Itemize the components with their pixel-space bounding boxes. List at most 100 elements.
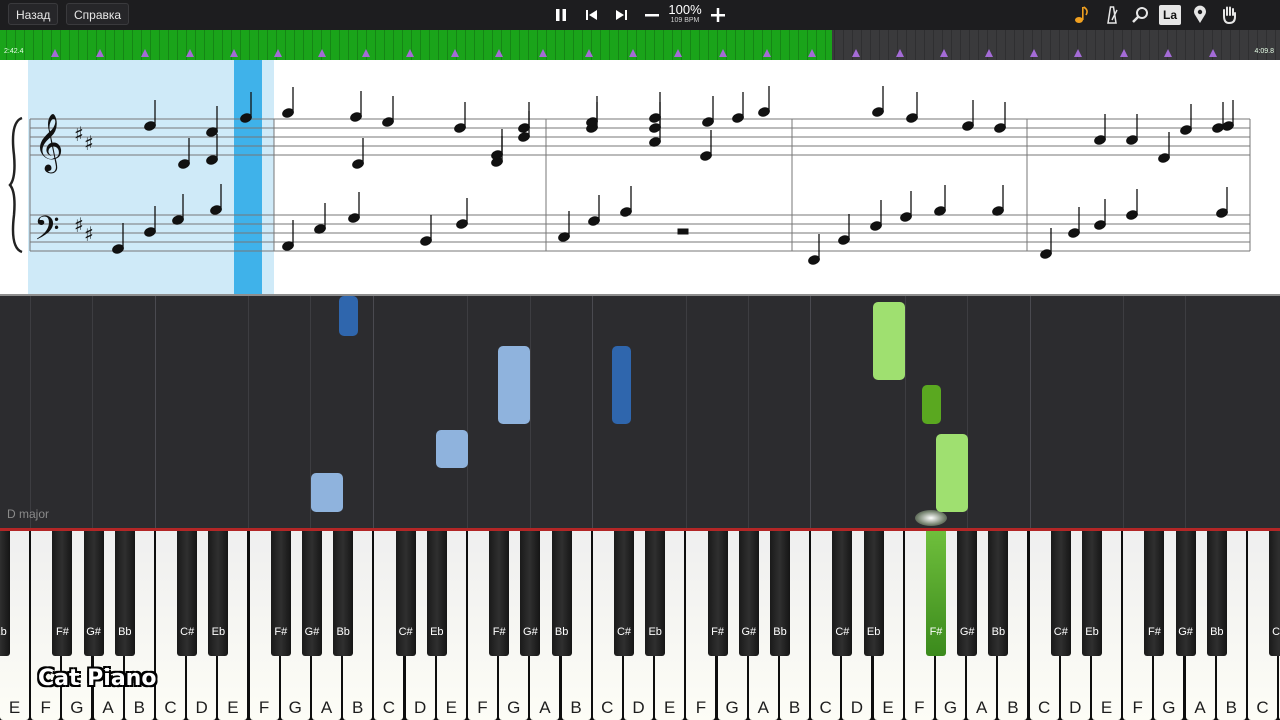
beat-line: [92, 296, 93, 528]
measure-marker: [1209, 49, 1217, 57]
timeline-tick: [834, 30, 835, 60]
label-icon[interactable]: La: [1159, 5, 1181, 25]
black-key[interactable]: Bb: [770, 531, 790, 656]
black-key[interactable]: Eb: [863, 531, 884, 656]
black-key[interactable]: G#: [302, 531, 322, 656]
svg-text:♯: ♯: [74, 122, 84, 146]
black-key[interactable]: G#: [957, 531, 978, 656]
black-key[interactable]: Eb: [1082, 531, 1102, 656]
black-key[interactable]: F#: [52, 531, 73, 656]
timeline-tick: [159, 30, 160, 60]
key-label: B: [133, 698, 145, 717]
black-key[interactable]: C#: [1269, 531, 1280, 656]
black-key[interactable]: G#: [520, 531, 541, 656]
key-label: Bb: [336, 626, 350, 638]
timeline-tick: [240, 30, 241, 60]
key-label: C: [601, 698, 614, 717]
key-label: Eb: [648, 626, 662, 638]
key-label: G#: [959, 626, 975, 638]
key-label: Eb: [866, 626, 881, 638]
key-label: C: [382, 698, 396, 717]
black-key[interactable]: C#: [614, 531, 634, 656]
black-key[interactable]: F#: [1144, 531, 1165, 656]
key-label: G#: [523, 626, 538, 638]
black-key[interactable]: Eb: [645, 531, 666, 656]
metronome-icon[interactable]: [1101, 5, 1123, 25]
black-key[interactable]: C#: [177, 531, 198, 656]
black-key[interactable]: F#: [707, 531, 728, 656]
timeline-scrubber[interactable]: 2:42.4 4:09.8: [0, 30, 1280, 60]
timeline-tick: [249, 30, 250, 60]
timeline-tick: [1158, 30, 1159, 60]
black-key[interactable]: Bb: [988, 531, 1009, 656]
measure-marker: [274, 49, 282, 57]
measure-marker: [585, 49, 593, 57]
key-label: G#: [86, 626, 101, 638]
timeline-tick: [573, 30, 574, 60]
key-label: G#: [304, 626, 320, 638]
timeline-tick: [753, 30, 754, 60]
key-label: Bb: [1210, 626, 1224, 638]
timeline-tick: [1050, 30, 1051, 60]
minus-icon[interactable]: [642, 5, 662, 25]
key-label: D: [632, 698, 645, 717]
measure-marker: [940, 49, 948, 57]
timeline-tick: [60, 30, 61, 60]
pin-icon[interactable]: [1189, 5, 1211, 25]
skip-forward-icon[interactable]: [611, 5, 631, 25]
black-key[interactable]: Eb: [208, 531, 229, 656]
black-key[interactable]: Bb: [333, 531, 354, 656]
black-key[interactable]: C#: [1050, 531, 1071, 656]
help-button[interactable]: Справка: [66, 3, 130, 25]
black-key[interactable]: C#: [395, 531, 416, 656]
black-key[interactable]: Bb: [551, 531, 572, 656]
key-label: C: [164, 698, 177, 717]
timeline-tick: [33, 30, 34, 60]
black-key[interactable]: Bb: [114, 531, 135, 656]
timeline-tick: [1068, 30, 1069, 60]
key-label: C#: [1053, 626, 1068, 638]
black-key[interactable]: F#: [489, 531, 510, 656]
black-key[interactable]: G#: [1175, 531, 1196, 656]
timeline-tick: [960, 30, 961, 60]
black-key[interactable]: F#: [926, 531, 946, 656]
key-label: C: [1037, 698, 1051, 717]
timeline-tick: [843, 30, 844, 60]
pause-icon[interactable]: [551, 5, 571, 25]
skip-back-icon[interactable]: [582, 5, 602, 25]
black-key[interactable]: C#: [832, 531, 853, 656]
black-key[interactable]: G#: [83, 531, 104, 656]
black-key[interactable]: G#: [738, 531, 759, 656]
timeline-tick: [537, 30, 538, 60]
timeline-tick: [1131, 30, 1132, 60]
timeline-tick: [915, 30, 916, 60]
key-label: C#: [616, 626, 632, 638]
black-key[interactable]: Eb: [426, 531, 447, 656]
hand-icon[interactable]: [1218, 5, 1240, 25]
timeline-tick: [348, 30, 349, 60]
key-label: F#: [711, 626, 725, 638]
note-icon[interactable]: [1071, 5, 1093, 25]
beat-line: [30, 296, 31, 528]
timeline-tick: [195, 30, 196, 60]
back-button[interactable]: Назад: [8, 3, 59, 25]
key-label: Bb: [991, 626, 1006, 638]
black-key[interactable]: F#: [270, 531, 291, 656]
measure-line: [373, 296, 374, 528]
key-label: E: [1100, 698, 1113, 717]
key-label: Eb: [430, 626, 444, 638]
timeline-tick: [771, 30, 772, 60]
plus-icon[interactable]: [708, 5, 728, 25]
black-key[interactable]: Bb: [1206, 531, 1227, 656]
measure-marker: [141, 49, 149, 57]
timeline-tick: [1140, 30, 1141, 60]
black-key[interactable]: Eb: [0, 531, 10, 656]
watermark-logo: Cat Piano: [38, 666, 157, 691]
key-label: E: [664, 698, 676, 717]
beat-line: [467, 296, 468, 528]
search-icon[interactable]: [1130, 5, 1152, 25]
key-label: G: [70, 698, 84, 717]
measure-line: [155, 296, 156, 528]
timeline-tick: [861, 30, 862, 60]
timeline-tick: [735, 30, 736, 60]
